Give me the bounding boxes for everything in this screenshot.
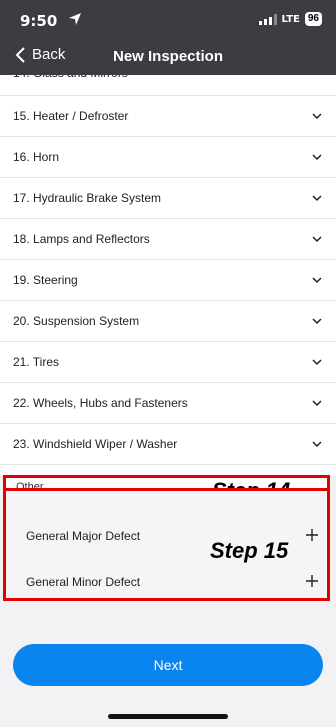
chevron-down-icon[interactable]: [312, 357, 322, 367]
chevron-down-icon[interactable]: [312, 193, 322, 203]
list-item[interactable]: 22. Wheels, Hubs and Fasteners: [0, 382, 336, 423]
sub-item-minor-defect[interactable]: General Minor Defect: [26, 575, 140, 589]
list-item-label: 22. Wheels, Hubs and Fasteners: [13, 396, 188, 410]
list-item-label: 23. Windshield Wiper / Washer: [13, 437, 178, 451]
list-item-label: 18. Lamps and Reflectors: [13, 232, 150, 246]
list-item[interactable]: 16. Horn: [0, 136, 336, 177]
list-item-cutoff[interactable]: 14. Glass and Mirrors: [0, 75, 336, 95]
chevron-down-icon[interactable]: [312, 111, 322, 121]
chevron-down-icon[interactable]: [312, 398, 322, 408]
list-item[interactable]: 19. Steering: [0, 259, 336, 300]
list-item-label: 17. Hydraulic Brake System: [13, 191, 162, 205]
list-item[interactable]: 20. Suspension System: [0, 300, 336, 341]
list-item[interactable]: 17. Hydraulic Brake System: [0, 177, 336, 218]
home-indicator: [108, 714, 228, 719]
list-item-label: 16. Horn: [13, 150, 60, 164]
signal-icon: [258, 13, 277, 25]
chevron-down-icon[interactable]: [312, 152, 322, 162]
battery-icon: 96: [304, 12, 322, 26]
add-major-defect-icon[interactable]: [305, 528, 319, 542]
status-time: 9:50: [20, 12, 58, 30]
list-item-label: 14. Glass and Mirrors: [13, 75, 128, 80]
chevron-down-icon[interactable]: [312, 439, 322, 449]
list-item[interactable]: 18. Lamps and Reflectors: [0, 218, 336, 259]
back-label: Back: [32, 46, 66, 63]
chevron-down-icon[interactable]: [312, 316, 322, 326]
back-button[interactable]: Back: [14, 46, 65, 63]
list-item[interactable]: 15. Heater / Defroster: [0, 95, 336, 136]
list-item[interactable]: 23. Windshield Wiper / Washer: [0, 423, 336, 464]
add-minor-defect-icon[interactable]: [305, 574, 319, 588]
list-item-label: 21. Tires: [13, 355, 60, 369]
chevron-down-icon[interactable]: [312, 275, 322, 285]
location-arrow-icon: [69, 13, 81, 25]
list-item-label: 15. Heater / Defroster: [13, 109, 129, 123]
inspection-list: 14. Glass and Mirrors 15. Heater / Defros…: [0, 75, 336, 476]
list-item[interactable]: 21. Tires: [0, 341, 336, 382]
list-item-label: 20. Suspension System: [13, 314, 140, 328]
chevron-down-icon[interactable]: [312, 234, 322, 244]
app-header: 9:50 LTE 96 Back New Inspection: [0, 0, 336, 75]
step-15-annotation: Step 15: [210, 538, 289, 563]
nav-bar: Back New Inspection: [0, 44, 336, 72]
chevron-left-icon: [15, 46, 25, 63]
list-item-label: 19. Steering: [13, 273, 78, 287]
status-bar: 9:50 LTE 96: [18, 10, 322, 30]
next-button[interactable]: Next: [13, 644, 323, 686]
sub-item-major-defect[interactable]: General Major Defect: [26, 529, 140, 543]
other-subitems-panel: General Major Defect Step 15 General Min…: [3, 488, 330, 601]
network-type: LTE: [281, 13, 300, 25]
